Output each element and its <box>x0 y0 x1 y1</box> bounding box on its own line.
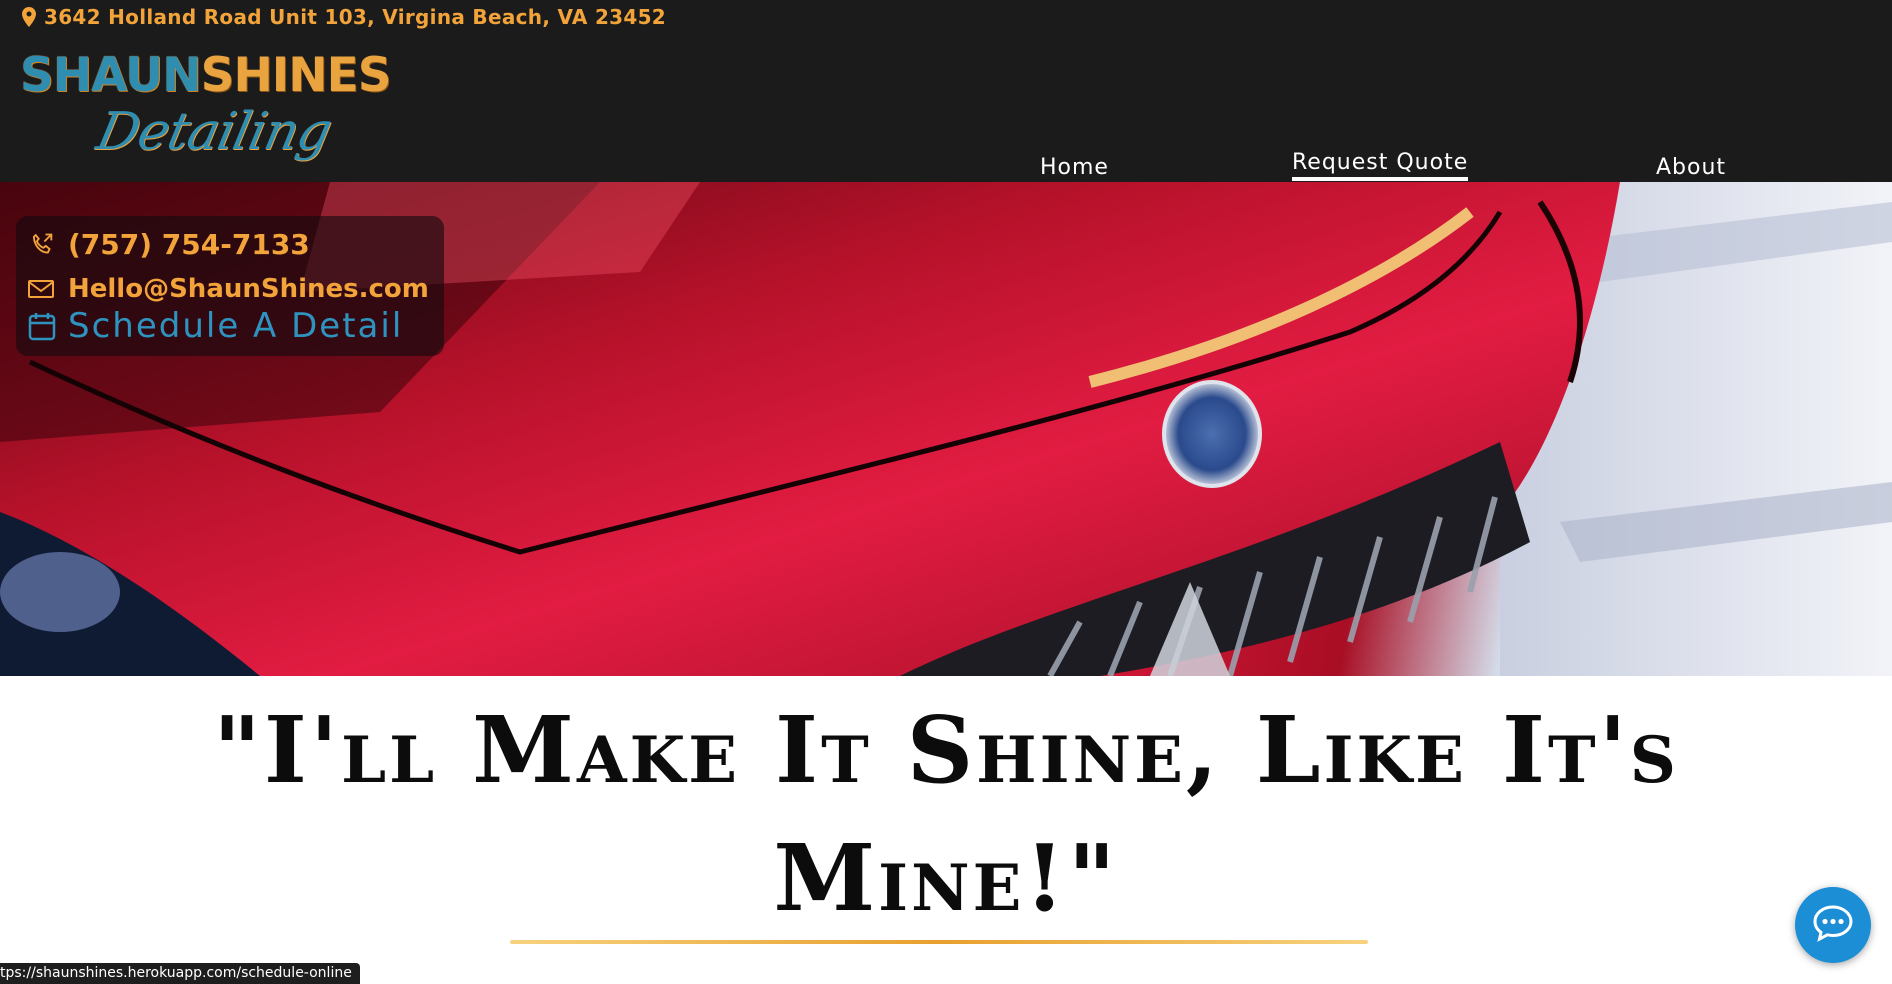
email-link[interactable]: Hello@ShaunShines.com <box>28 274 429 304</box>
map-pin-icon <box>22 7 36 27</box>
email-address: Hello@ShaunShines.com <box>68 274 429 304</box>
phone-number: (757) 754-7133 <box>68 228 310 261</box>
site-logo[interactable]: SHAUN SHINES Detailing <box>20 48 392 178</box>
tagline-divider <box>510 940 1368 944</box>
phone-link[interactable]: (757) 754-7133 <box>28 228 310 261</box>
nav-request-quote[interactable]: Request Quote <box>1292 150 1469 181</box>
schedule-link[interactable]: Schedule A Detail <box>28 306 403 346</box>
logo-word-shines: SHINES <box>200 48 392 103</box>
logo-wordmark: SHAUN SHINES <box>20 48 392 104</box>
contact-card: (757) 754-7133 Hello@ShaunShines.com Sch… <box>16 216 444 356</box>
tagline-line-1: "I'll Make It Shine, Like It's <box>212 696 1680 804</box>
site-header: 3642 Holland Road Unit 103, Virgina Beac… <box>0 0 1892 182</box>
chat-widget-button[interactable] <box>1795 887 1871 963</box>
logo-script: Detailing <box>91 102 337 162</box>
mail-icon <box>28 279 58 299</box>
schedule-text: Schedule A Detail <box>68 306 404 346</box>
address-text: 3642 Holland Road Unit 103, Virgina Beac… <box>44 5 667 29</box>
address-bar: 3642 Holland Road Unit 103, Virgina Beac… <box>22 4 666 30</box>
chat-icon <box>1812 904 1854 947</box>
tagline-line-2: Mine!" <box>773 824 1119 932</box>
calendar-icon <box>28 311 58 341</box>
phone-icon <box>28 231 58 259</box>
tagline-heading: "I'll Make It Shine, Like It's Mine!" <box>0 686 1892 942</box>
logo-word-shaun: SHAUN <box>20 48 202 103</box>
browser-status-url: tps://shaunshines.herokuapp.com/schedule… <box>0 963 360 984</box>
